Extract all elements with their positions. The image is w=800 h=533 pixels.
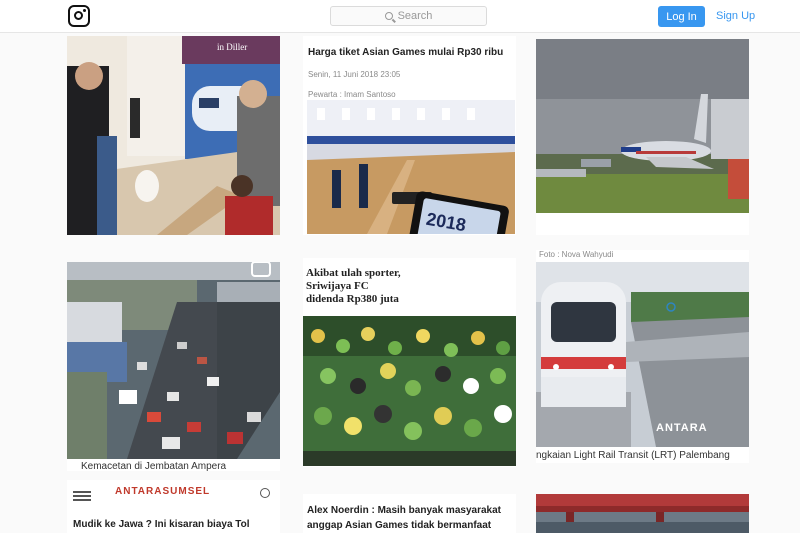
post-photo-2	[307, 100, 515, 234]
camera-lens	[74, 11, 83, 20]
search-icon	[260, 488, 270, 498]
camera-flash-dot	[83, 9, 86, 12]
post-photo-6	[536, 262, 749, 447]
post-8-title-line-2: anggap Asian Games tidak bermanfaat	[307, 520, 492, 531]
post-tile-3[interactable]	[536, 39, 749, 235]
post-tile-8[interactable]: Alex Noerdin : Masih banyak masyarakat a…	[303, 494, 516, 533]
post-photo-9	[536, 494, 749, 533]
post-7-title: Mudik ke Jawa ? Ini kisaran biaya Tol	[73, 519, 250, 530]
post-photo-4	[67, 262, 280, 459]
post-6-top-caption: Foto : Nova Wahyudi	[539, 250, 614, 259]
post-2-title: Harga tiket Asian Games mulai Rp30 ribu	[308, 47, 504, 58]
post-tile-5[interactable]: Akibat ulah sporter, Sriwijaya FC didend…	[303, 258, 516, 467]
post-5-title-line-1: Akibat ulah sporter,	[306, 267, 401, 279]
instagram-logo-icon[interactable]	[68, 5, 90, 27]
search-input[interactable]: Search	[330, 6, 487, 26]
post-8-title-line-1: Alex Noerdin : Masih banyak masyarakat	[307, 505, 501, 516]
post-2-author: Pewarta : Imam Santoso	[308, 90, 396, 99]
antara-sumsel-logo: ANTARASUMSEL	[115, 486, 211, 497]
signup-link[interactable]: Sign Up	[716, 10, 755, 22]
post-5-title-line-3: didenda Rp380 juta	[306, 293, 399, 305]
post-tile-4[interactable]: Kemacetan di Jembatan Ampera	[67, 262, 280, 471]
post-photo-3	[536, 39, 749, 213]
post-tile-7[interactable]: ANTARASUMSEL Mudik ke Jawa ? Ini kisaran…	[67, 480, 280, 533]
login-button[interactable]: Log In	[658, 6, 705, 27]
search-placeholder: Search	[397, 10, 433, 22]
post-2-date: Senin, 11 Juni 2018 23:05	[308, 70, 401, 79]
menu-icon-middle-bar	[73, 495, 91, 497]
post-4-caption: Kemacetan di Jembatan Ampera	[81, 461, 227, 471]
post-photo-5	[303, 316, 516, 466]
post-tile-9[interactable]	[536, 494, 749, 533]
post-6-watermark: ANTARA	[656, 422, 708, 434]
top-bar: Search Log In Sign Up	[0, 0, 800, 33]
poster-banner-text: in Diller	[217, 42, 248, 52]
post-tile-2[interactable]: Harga tiket Asian Games mulai Rp30 ribu …	[303, 36, 516, 235]
post-tile-6[interactable]: Foto : Nova Wahyudi ANTARA ngkaian Light…	[536, 250, 749, 463]
post-6-bottom-caption: ngkaian Light Rail Transit (LRT) Palemba…	[536, 450, 730, 461]
search-icon	[384, 12, 393, 20]
post-5-title-line-2: Sriwijaya FC	[306, 280, 369, 292]
post-tile-1[interactable]: in Diller	[67, 36, 280, 235]
post-photo-1	[67, 36, 280, 235]
